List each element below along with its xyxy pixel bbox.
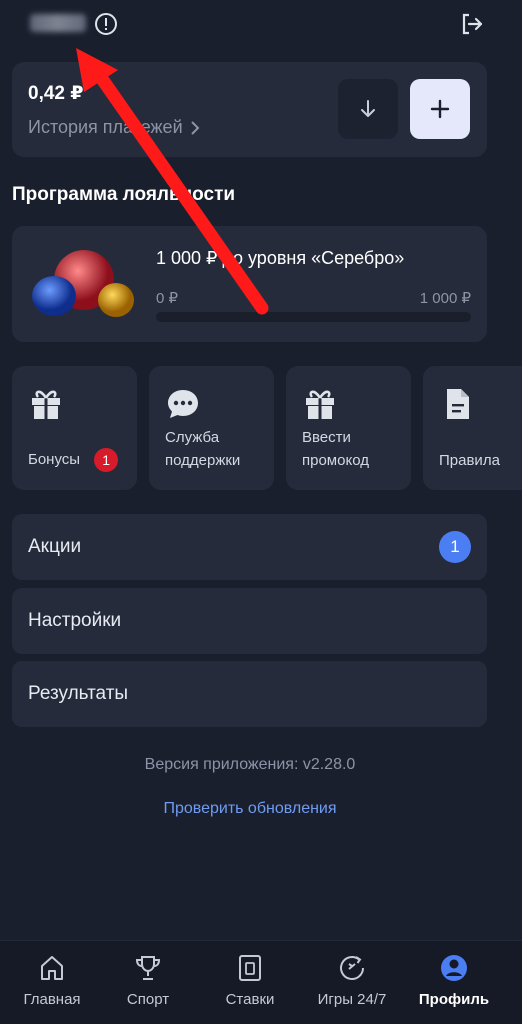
plus-icon	[430, 99, 450, 119]
quick-actions: Бонусы 1 Служба поддержки Ввести промокод	[12, 366, 522, 490]
menu-results[interactable]: Результаты	[12, 661, 487, 727]
bonuses-badge: 1	[94, 448, 119, 472]
menu-results-label: Результаты	[28, 683, 129, 704]
menu-settings-label: Настройки	[28, 610, 122, 631]
tab-sport-label: Спорт	[126, 991, 170, 1008]
check-updates-link[interactable]: Проверить обновления	[0, 800, 500, 818]
tile-rules[interactable]: Правила	[423, 366, 522, 490]
menu-promotions[interactable]: Акции 1	[12, 514, 487, 580]
tab-games[interactable]: Игры 24/7	[300, 941, 404, 1024]
arrow-down-icon	[361, 100, 375, 117]
tile-bonuses[interactable]: Бонусы 1	[12, 366, 137, 490]
tab-profile[interactable]: Профиль	[402, 941, 506, 1024]
balance-amount: 0,42 ₽	[28, 83, 84, 104]
tile-support[interactable]: Служба поддержки	[149, 366, 274, 490]
withdraw-button[interactable]	[338, 79, 398, 139]
promotions-badge: 1	[439, 531, 471, 563]
profile-icon	[441, 955, 467, 981]
gift-icon	[306, 390, 334, 419]
tile-promocode[interactable]: Ввести промокод	[286, 366, 411, 490]
payment-history-label: История платежей	[28, 117, 183, 137]
games-icon	[340, 956, 364, 980]
menu-settings[interactable]: Настройки	[12, 588, 487, 654]
trophy-icon	[135, 956, 161, 980]
loyalty-progress-bar	[156, 312, 471, 322]
loyalty-min-label: 0 ₽	[156, 290, 179, 307]
menu-promotions-label: Акции	[28, 536, 82, 557]
payment-history-link[interactable]: История платежей	[28, 117, 201, 138]
top-bar	[0, 0, 522, 50]
tab-games-label: Игры 24/7	[317, 991, 387, 1008]
logout-icon[interactable]	[458, 10, 486, 38]
tile-support-label-line2: поддержки	[165, 452, 241, 469]
loyalty-max-label: 1 000 ₽	[419, 290, 471, 307]
tile-promocode-label-line2: промокод	[302, 452, 369, 469]
tab-bets[interactable]: Ставки	[198, 941, 302, 1024]
tab-home-label: Главная	[23, 991, 81, 1008]
tile-bonuses-label: Бонусы	[28, 450, 81, 468]
username-blurred	[30, 14, 86, 32]
tab-bets-label: Ставки	[225, 991, 275, 1008]
loyalty-level-text: 1 000 ₽ до уровня «Серебро»	[156, 248, 405, 268]
bottom-tab-bar: Главная Спорт Ставки Игры 24/7 Профиль	[0, 940, 522, 1024]
tab-sport[interactable]: Спорт	[96, 941, 200, 1024]
gift-icon	[32, 390, 60, 419]
tile-rules-label: Правила	[439, 452, 500, 469]
tile-support-label-line1: Служба	[165, 429, 220, 446]
document-icon	[447, 389, 469, 419]
deposit-button[interactable]	[410, 79, 470, 139]
balance-card: 0,42 ₽ История платежей	[12, 62, 487, 157]
info-icon[interactable]	[94, 12, 118, 36]
app-version: Версия приложения: v2.28.0	[144, 756, 356, 773]
loyalty-card[interactable]: 1 000 ₽ до уровня «Серебро» 0 ₽ 1 000 ₽	[12, 226, 487, 342]
ticket-icon	[239, 955, 261, 981]
tile-promocode-label-line1: Ввести	[302, 429, 351, 446]
chat-icon	[168, 390, 198, 418]
tab-profile-label: Профиль	[418, 991, 490, 1008]
loyalty-title: Программа лояльности	[12, 184, 236, 205]
gems-icon	[32, 250, 134, 317]
tab-home[interactable]: Главная	[0, 941, 104, 1024]
home-icon	[41, 956, 63, 980]
chevron-right-icon	[190, 120, 200, 135]
